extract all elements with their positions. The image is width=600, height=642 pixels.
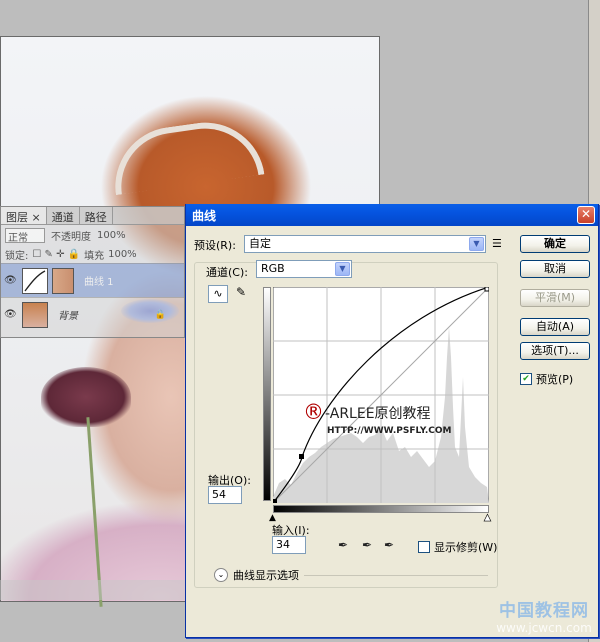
output-field[interactable]: 54	[208, 486, 242, 504]
curve-graph[interactable]: ® -ARLEE原创教程 HTTP://WWW.PSFLY.COM	[272, 286, 490, 504]
background-thumbnail	[22, 301, 48, 328]
tab-layers[interactable]: 图层 ×	[1, 207, 47, 224]
photo-rose-stem	[86, 417, 103, 607]
preset-label: 预设(R):	[194, 239, 236, 252]
show-clipping-checkbox[interactable]	[418, 541, 430, 553]
auto-button[interactable]: 自动(A)	[520, 318, 590, 336]
curve-endpoint-black[interactable]	[273, 499, 277, 503]
chevron-down-icon: ▼	[469, 237, 484, 251]
eye-icon[interactable]: 👁	[4, 309, 18, 320]
curve-graph-svg[interactable]: ® -ARLEE原创教程 HTTP://WWW.PSFLY.COM	[272, 286, 490, 504]
fill-label: 填充	[84, 250, 105, 262]
gray-eyedropper-icon[interactable]: ✒	[362, 538, 372, 552]
pencil-icon: ✎	[235, 285, 247, 299]
document-status-bar	[0, 580, 185, 600]
blend-mode-select[interactable]: 正常	[5, 227, 45, 244]
photo-headband	[107, 114, 265, 196]
layers-panel: 图层 × 通道 路径 正常 不透明度 100% 锁定: ☐ ✎ ✛ 🔒 填充 1…	[0, 206, 185, 338]
curve-icon: ∿	[213, 287, 223, 300]
expand-icon[interactable]: ⌄	[214, 568, 228, 582]
site-watermark: 中国教程网 www.jcwcn.com	[494, 596, 594, 635]
preset-value: 自定	[249, 237, 271, 250]
ok-button[interactable]: 确定	[520, 235, 590, 253]
fill-value[interactable]: 100%	[108, 249, 137, 260]
channel-value: RGB	[261, 262, 285, 275]
preview-label: 预览(P)	[536, 373, 574, 386]
layer-row-background[interactable]: 👁 背景 🔒	[1, 297, 184, 331]
cancel-button[interactable]: 取消	[520, 260, 590, 278]
opacity-value[interactable]: 100%	[97, 230, 126, 241]
divider	[304, 575, 488, 576]
opacity-label: 不透明度	[51, 231, 91, 243]
close-button[interactable]: ✕	[577, 206, 595, 224]
preset-select[interactable]: 自定 ▼	[244, 235, 486, 253]
curves-adjustment-thumbnail	[22, 267, 48, 294]
dialog-title: 曲线	[192, 208, 217, 223]
layers-blend-row: 正常 不透明度 100%	[1, 225, 184, 245]
curve-options-toggle[interactable]: ⌄ 曲线显示选项	[214, 567, 299, 583]
chevron-down-icon: ▼	[335, 262, 350, 276]
curves-dialog: 曲线 ✕ 预设(R): 自定 ▼ ☰ 确定 取消 平滑(M) 自动(A) 选项(…	[185, 204, 599, 638]
layer-name: 背景	[58, 311, 78, 322]
channel-select[interactable]: RGB ▼	[256, 260, 352, 278]
input-field[interactable]: 34	[272, 536, 306, 554]
show-clipping-label: 显示修剪(W)	[434, 541, 498, 554]
eye-icon[interactable]: 👁	[4, 275, 18, 286]
white-point-slider-icon[interactable]: ▲	[484, 513, 492, 524]
watermark-line1: 中国教程网	[499, 601, 589, 621]
black-eyedropper-icon[interactable]: ✒	[338, 538, 348, 552]
preview-checkbox[interactable]: ✔	[520, 373, 532, 385]
preset-options-icon[interactable]: ☰	[492, 237, 502, 250]
channel-label: 通道(C):	[204, 264, 250, 280]
close-icon: ✕	[580, 207, 592, 221]
preview-checkbox-row[interactable]: ✔ 预览(P)	[520, 371, 573, 387]
options-button[interactable]: 选项(T)...	[520, 342, 590, 360]
curve-point[interactable]	[299, 454, 304, 459]
curve-edit-tool[interactable]: ∿	[208, 285, 228, 303]
graph-watermark-line2: HTTP://WWW.PSFLY.COM	[327, 426, 452, 436]
layer-mask-thumbnail	[52, 267, 74, 294]
lock-label: 锁定:	[5, 250, 29, 262]
watermark-line2: www.jcwcn.com	[496, 621, 592, 635]
layer-name: 曲线 1	[84, 277, 114, 288]
graph-watermark-logo: ®	[303, 400, 324, 424]
lock-icon: 🔒	[154, 309, 166, 320]
input-gradient-bar	[273, 505, 489, 513]
lock-icons[interactable]: ☐ ✎ ✛ 🔒	[32, 249, 80, 260]
smooth-button[interactable]: 平滑(M)	[520, 289, 590, 307]
white-eyedropper-icon[interactable]: ✒	[384, 538, 394, 552]
pencil-draw-tool[interactable]: ✎	[233, 285, 249, 303]
graph-watermark-line1: -ARLEE原创教程	[325, 406, 431, 422]
dialog-titlebar[interactable]: 曲线	[186, 204, 598, 226]
layers-lock-row: 锁定: ☐ ✎ ✛ 🔒 填充 100%	[1, 245, 184, 263]
tab-paths[interactable]: 路径	[80, 207, 113, 224]
output-gradient-bar	[263, 287, 271, 501]
curve-options-label: 曲线显示选项	[233, 569, 299, 582]
tab-channels[interactable]: 通道	[47, 207, 80, 224]
show-clipping-row[interactable]: 显示修剪(W)	[418, 539, 497, 555]
layer-row-curves[interactable]: 👁 曲线 1	[1, 263, 184, 297]
curve-endpoint-white[interactable]	[484, 286, 490, 292]
layers-panel-tabs: 图层 × 通道 路径	[1, 207, 184, 225]
